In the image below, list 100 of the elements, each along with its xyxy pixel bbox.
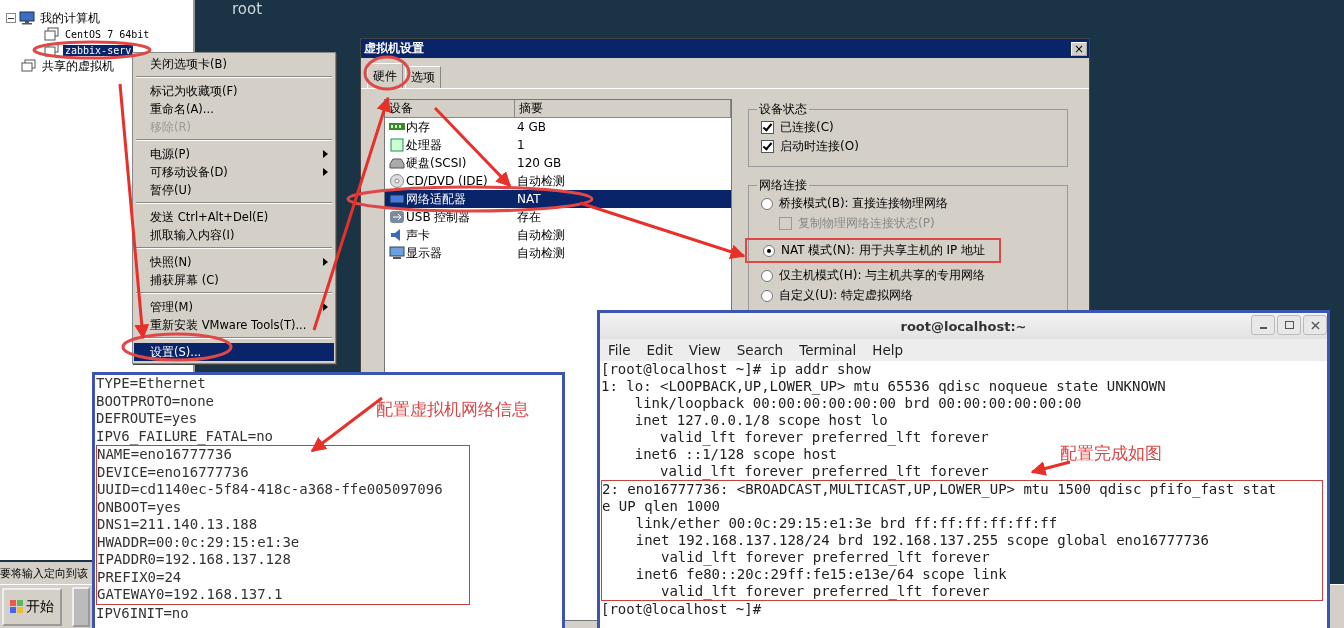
config-line: NAME=eno16777736 [97, 446, 232, 464]
menu-item[interactable]: View [688, 342, 721, 358]
dialog-title: 虚拟机设置 [364, 40, 424, 57]
menu-item[interactable]: 抓取输入内容(I) [134, 226, 334, 244]
config-line: PREFIX0=24 [97, 568, 182, 586]
group-title: 设备状态 [758, 101, 808, 118]
checkbox[interactable] [761, 121, 774, 134]
tree-item[interactable]: CentOS 7 64bit [63, 28, 152, 40]
column-header[interactable]: 摘要 [515, 100, 731, 117]
highlight-ellipse [363, 55, 411, 91]
device-summary: 自动检测 [516, 244, 566, 262]
terminal-line: [root@localhost ~]# ip addr show [601, 361, 871, 378]
option-label: NAT 模式(N): 用于共享主机的 IP 地址 [781, 242, 985, 259]
checkbox[interactable] [761, 140, 774, 153]
terminal-line: e UP qlen 1000 [602, 498, 720, 515]
menu-item[interactable]: 重新安装 VMware Tools(T)... [134, 316, 334, 334]
menu-item[interactable]: Terminal [799, 342, 857, 358]
tree-item[interactable]: zabbix-serv [63, 44, 134, 56]
config-line: UUID=cd1140ec-5f84-418c-a368-ffe005097096 [97, 481, 443, 499]
menu-item[interactable]: 暂停(U) [134, 181, 334, 199]
device-name: 显示器 [406, 244, 442, 262]
terminal-line: 2: eno16777736: <BROADCAST,MULTICAST,UP,LOWER_UP> mtu 1500 qdisc pfifo_fast stat [602, 481, 1277, 498]
vm-icon [44, 27, 60, 41]
close-button[interactable]: × [1071, 41, 1087, 56]
maximize-button[interactable] [1277, 315, 1301, 335]
menu-item[interactable]: File [608, 342, 631, 358]
device-summary: 自动检测 [516, 226, 566, 244]
windows-logo-icon [10, 600, 24, 614]
submenu-arrow-icon [323, 150, 328, 158]
config-line: HWADDR=00:0c:29:15:e1:3e [97, 533, 300, 551]
menu-item[interactable]: 可移动设备(D) [134, 163, 334, 181]
terminal-line: valid_lft forever preferred_lft forever [659, 429, 989, 446]
radio-button[interactable] [763, 244, 775, 257]
device-summary: NAT [516, 192, 542, 206]
device-row[interactable]: CD/DVD (IDE) 自动检测 [385, 172, 731, 190]
submenu-arrow-icon [323, 258, 328, 266]
terminal-line: inet6 fe80::20c:29ff:fe15:e13e/64 scope link [634, 566, 1007, 583]
device-summary: 1 [516, 138, 526, 152]
option-label: 仅主机模式(H): 与主机共享的专用网络 [779, 267, 986, 284]
group-title: 网络连接 [758, 177, 808, 194]
option-label: 已连接(C) [780, 119, 834, 136]
terminal-line: link/loopback 00:00:00:00:00:00 brd 00:00:00:00:00:00 [633, 395, 1082, 412]
minimize-icon [1259, 327, 1267, 329]
device-name: 内存 [406, 118, 430, 136]
radio-button[interactable] [761, 269, 773, 282]
config-line: DNS1=211.140.13.188 [97, 516, 258, 534]
close-button[interactable] [1303, 315, 1327, 335]
menu-item[interactable]: Edit [646, 342, 673, 358]
device-row[interactable]: 显示器 自动检测 [385, 244, 731, 262]
menu-item[interactable]: 重命名(A)... [134, 100, 334, 118]
annotation-arrow [1030, 460, 1071, 476]
device-row[interactable]: 处理器 1 [385, 136, 731, 154]
start-button[interactable]: 开始 [2, 588, 62, 626]
menu-item[interactable]: 标记为收藏项(F) [134, 82, 334, 100]
disc-icon [389, 174, 405, 188]
collapse-icon[interactable] [6, 13, 16, 23]
terminal-line: link/ether 00:0c:29:15:e1:3e brd ff:ff:ff:ff:ff:ff [634, 515, 1058, 532]
menu-item[interactable]: 捕获屏幕 (C) [134, 271, 334, 289]
menu-item[interactable]: 快照(N) [134, 253, 334, 271]
device-summary: 4 GB [516, 120, 547, 134]
config-line: IPV6INIT=no [96, 604, 189, 622]
menu-item[interactable]: 管理(M) [134, 298, 334, 316]
terminal-line: inet 127.0.0.1/8 scope host lo [633, 412, 888, 429]
radio-button[interactable] [761, 289, 773, 302]
option-label: 复制物理网络连接状态(P) [798, 215, 935, 232]
annotation-text: 配置虚拟机网络信息 [376, 398, 529, 421]
device-summary: 120 GB [516, 156, 563, 170]
column-header[interactable]: 设备 [385, 100, 515, 117]
device-row[interactable]: 内存 4 GB [385, 118, 731, 136]
device-name: USB 控制器 [406, 208, 471, 226]
device-row[interactable]: 硬盘(SCSI) 120 GB [385, 154, 731, 172]
option-label: 桥接模式(B): 直接连接物理网络 [779, 195, 949, 212]
menu-item[interactable]: Help [872, 342, 904, 358]
radio-button[interactable] [761, 197, 773, 210]
submenu-arrow-icon [323, 168, 328, 176]
option-label: 启动时连接(O) [780, 138, 859, 155]
terminal-line: inet6 ::1/128 scope host [633, 446, 837, 463]
minimize-button[interactable] [1251, 315, 1275, 335]
device-name: CD/DVD (IDE) [406, 174, 488, 188]
terminal-line: 1: lo: <LOOPBACK,UP,LOWER_UP> mtu 65536 qdisc noqueue state UNKNOWN [601, 378, 1166, 395]
submenu-arrow-icon [323, 303, 328, 311]
config-line: IPV6_FAILURE_FATAL=no [96, 427, 273, 445]
terminal-line: valid_lft forever preferred_lft forever [659, 463, 989, 480]
menu-item[interactable]: 电源(P) [134, 145, 334, 163]
device-summary: 存在 [516, 208, 542, 226]
tree-item[interactable]: 我的计算机 [38, 9, 102, 27]
device-name: 声卡 [406, 226, 430, 244]
device-row[interactable]: 网络适配器 NAT [385, 190, 731, 208]
menu-item[interactable]: 发送 Ctrl+Alt+Del(E) [134, 208, 334, 226]
vm-icon [44, 43, 60, 57]
menu-item[interactable]: 关闭选项卡(B) [134, 55, 334, 73]
window-title: root [232, 0, 263, 18]
menu-item[interactable]: Search [736, 342, 784, 358]
device-row[interactable]: 声卡 自动检测 [385, 226, 731, 244]
config-line: TYPE=Ethernet [96, 375, 206, 393]
device-row[interactable]: USB 控制器 存在 [385, 208, 731, 226]
tab[interactable]: 选项 [405, 66, 441, 88]
tree-item[interactable]: 共享的虚拟机 [40, 57, 116, 75]
menu-item[interactable]: 设置(S)... [134, 343, 334, 361]
monitor-icon [389, 246, 405, 260]
